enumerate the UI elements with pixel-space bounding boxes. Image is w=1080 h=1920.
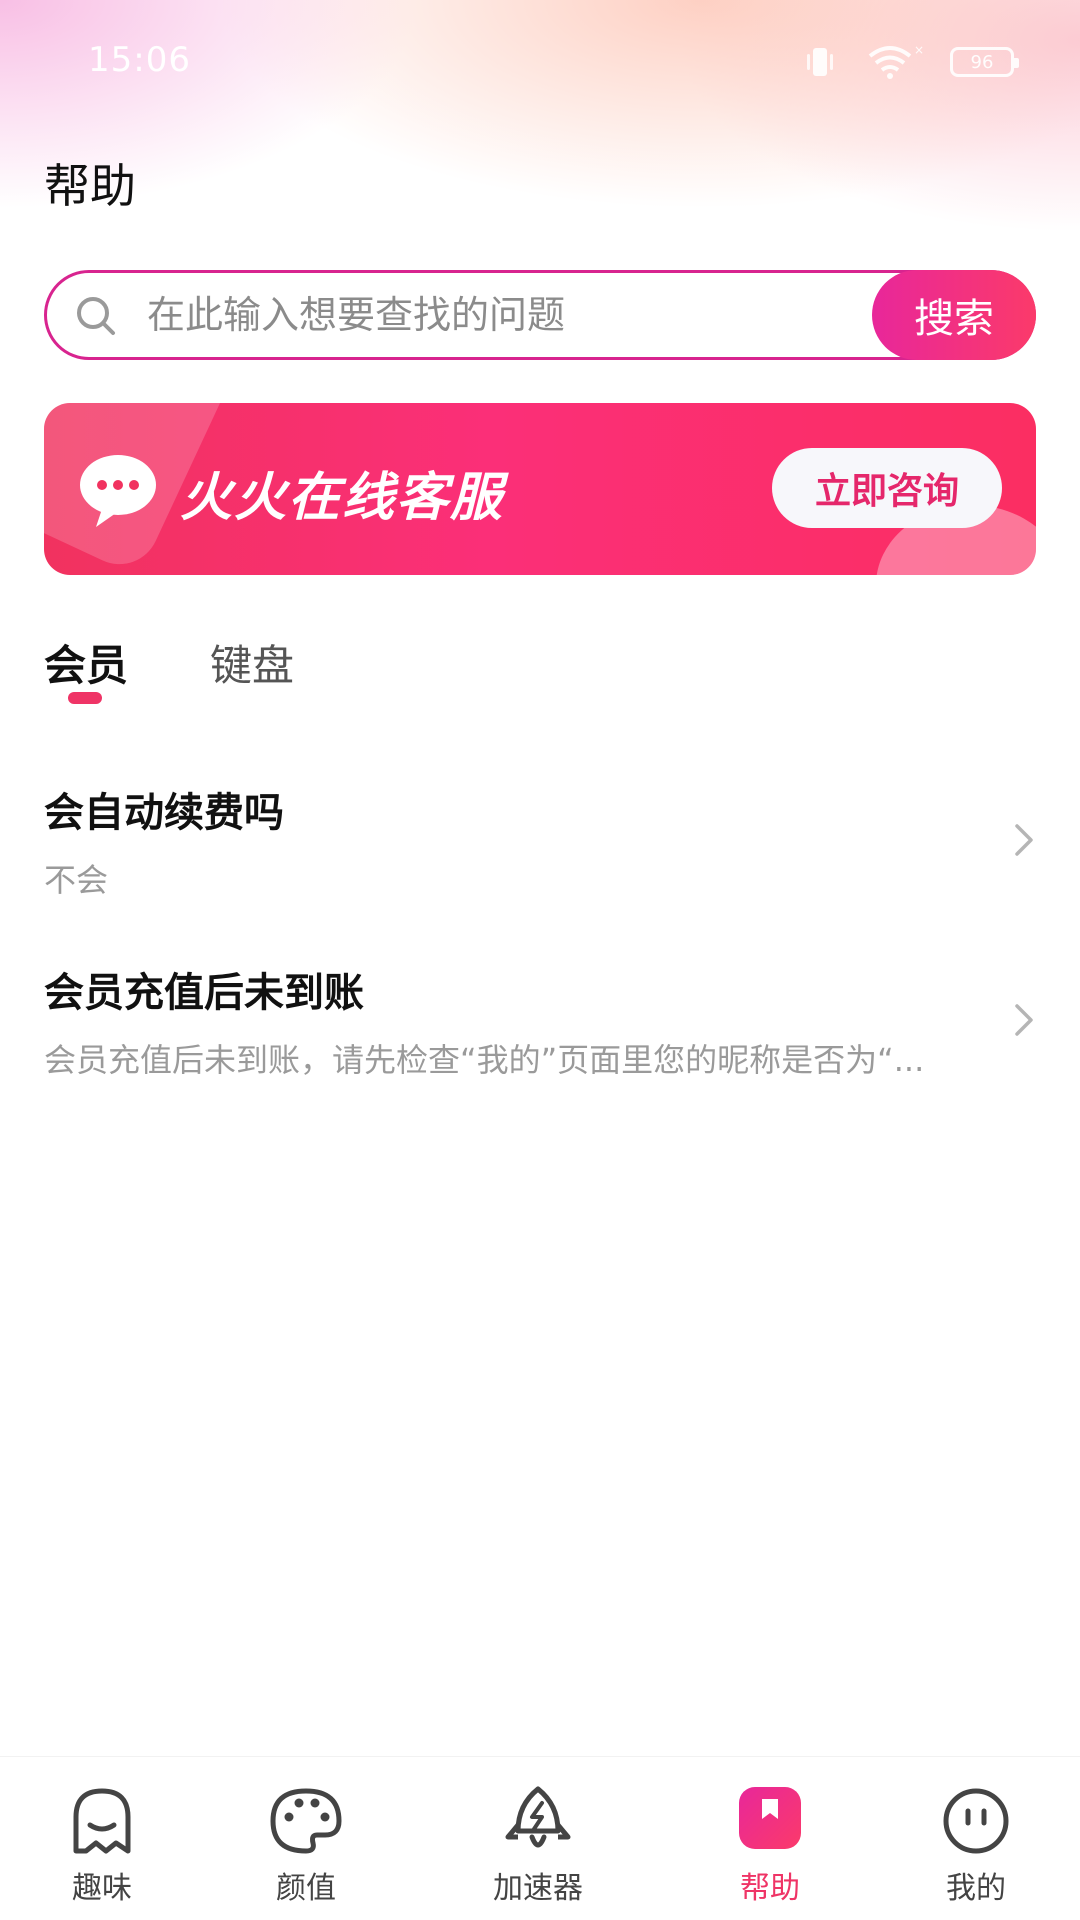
nav-item-help[interactable]: 帮助	[700, 1757, 840, 1920]
faq-list: 会自动续费吗 不会 会员充值后未到账 会员充值后未到账，请先检查“我的”页面里您…	[0, 760, 1080, 1120]
palette-icon	[270, 1788, 342, 1854]
search-icon	[77, 297, 115, 335]
bookmark-icon	[739, 1787, 801, 1849]
nav-label: 帮助	[740, 1871, 800, 1906]
search-bar: 搜索	[44, 270, 1036, 360]
nav-item-mine[interactable]: 我的	[906, 1757, 1046, 1920]
page-title: 帮助	[44, 159, 136, 213]
search-button[interactable]: 搜索	[872, 270, 1036, 360]
nav-label: 趣味	[72, 1871, 132, 1906]
search-input[interactable]	[147, 273, 907, 357]
banner-title: 火火在线客服	[180, 468, 505, 528]
svg-text:×: ×	[914, 44, 924, 57]
faq-item[interactable]: 会员充值后未到账 会员充值后未到账，请先检查“我的”页面里您的昵称是否为“...	[0, 940, 1080, 1120]
face-icon	[943, 1788, 1009, 1854]
bottom-navigation: 趣味 颜值 加速器 帮助 我的	[0, 1756, 1080, 1920]
nav-label: 颜值	[276, 1871, 336, 1906]
status-icons: × 96	[802, 44, 1019, 80]
faq-description: 不会	[44, 861, 109, 899]
rocket-icon	[505, 1786, 571, 1848]
wifi-icon: ×	[868, 44, 924, 79]
status-bar: 15:06 × 96	[0, 0, 1080, 120]
battery-level: 96	[970, 51, 994, 73]
customer-service-banner[interactable]: 火火在线客服 立即咨询	[44, 403, 1036, 575]
nav-label: 加速器	[493, 1871, 583, 1906]
ghost-icon	[73, 1788, 131, 1854]
nav-item-beauty[interactable]: 颜值	[236, 1757, 376, 1920]
nav-item-fun[interactable]: 趣味	[32, 1757, 172, 1920]
status-time: 15:06	[88, 40, 191, 80]
faq-title: 会自动续费吗	[44, 790, 284, 836]
chevron-right-icon	[1015, 824, 1033, 856]
vibrate-icon	[807, 48, 833, 76]
chevron-right-icon	[1015, 1004, 1033, 1036]
tab-member[interactable]: 会员	[44, 632, 128, 693]
battery-indicator: 96	[950, 47, 1019, 77]
faq-item[interactable]: 会自动续费吗 不会	[0, 760, 1080, 940]
tab-keyboard[interactable]: 键盘	[210, 632, 294, 693]
chat-bubble-icon	[80, 455, 156, 527]
faq-title: 会员充值后未到账	[44, 970, 364, 1016]
nav-item-accelerator[interactable]: 加速器	[468, 1757, 608, 1920]
tab-active-indicator	[68, 692, 102, 704]
nav-label: 我的	[946, 1871, 1006, 1906]
faq-description: 会员充值后未到账，请先检查“我的”页面里您的昵称是否为“...	[44, 1041, 925, 1079]
consult-now-button[interactable]: 立即咨询	[772, 448, 1002, 528]
